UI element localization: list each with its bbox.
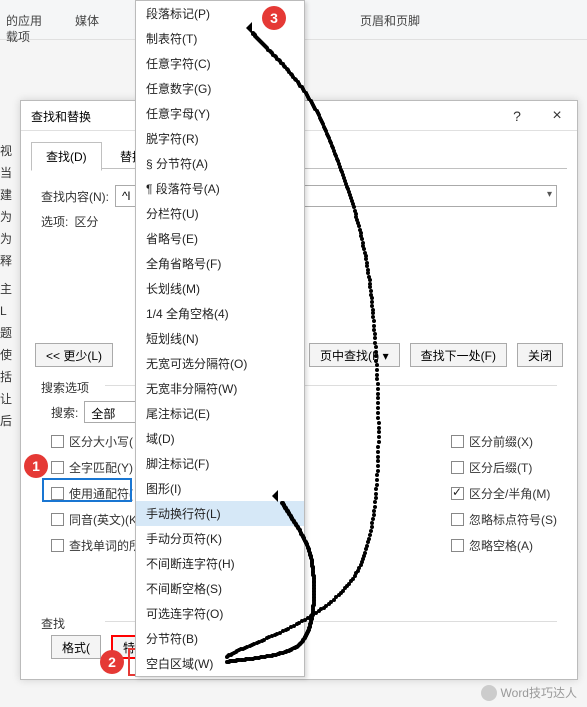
reading-highlight-button[interactable]: 页中查找(I) ▾ <box>309 343 400 367</box>
find-group-label: 查找 <box>41 615 65 632</box>
close-button[interactable]: × <box>537 101 577 131</box>
menu-item-quarter-em[interactable]: 1/4 全角空格(4) <box>136 301 304 326</box>
menu-item-caret[interactable]: 脱字符(R) <box>136 126 304 151</box>
left-options-column: 区分大小写( 全字匹配(Y) 使用通配符( 同音(英文)(K) 查找单词的所 <box>51 431 141 555</box>
menu-item-nonbreak-hyphen[interactable]: 不间断连字符(H) <box>136 551 304 576</box>
menu-item-any-letter[interactable]: 任意字母(Y) <box>136 101 304 126</box>
wechat-icon <box>481 685 497 701</box>
menu-item-em-dash[interactable]: 长划线(M) <box>136 276 304 301</box>
watermark: Word技巧达人 <box>481 684 577 701</box>
menu-item-section-break[interactable]: 分节符(B) <box>136 626 304 651</box>
cancel-button[interactable]: 关闭 <box>517 343 563 367</box>
tab-find[interactable]: 查找(D) <box>31 142 102 171</box>
menu-item-any-digit[interactable]: 任意数字(G) <box>136 76 304 101</box>
menu-item-nonbreak-space[interactable]: 不间断空格(S) <box>136 576 304 601</box>
less-button[interactable]: << 更少(L) <box>35 343 113 367</box>
format-button[interactable]: 格式( <box>51 635 101 659</box>
menu-item-optional-break[interactable]: 无宽可选分隔符(O) <box>136 351 304 376</box>
check-use-wildcards[interactable]: 使用通配符( <box>51 483 141 503</box>
find-next-button[interactable]: 查找下一处(F) <box>410 343 507 367</box>
ribbon-label-apps: 的应用 <box>6 12 42 29</box>
search-direction-label: 搜索: <box>51 404 78 421</box>
menu-item-paragraph-char[interactable]: ¶ 段落符号(A) <box>136 176 304 201</box>
step-badge-2: 2 <box>100 650 124 674</box>
right-options-column: 区分前缀(X) 区分后缀(T) 区分全/半角(M) 忽略标点符号(S) 忽略空格… <box>451 431 557 555</box>
check-full-half[interactable]: 区分全/半角(M) <box>451 483 557 503</box>
background-text-strip: 视当建为为释 主L题 使括让后 <box>0 140 18 432</box>
check-ignore-space[interactable]: 忽略空格(A) <box>451 535 557 555</box>
check-match-suffix[interactable]: 区分后缀(T) <box>451 457 557 477</box>
menu-item-section-char[interactable]: § 分节符(A) <box>136 151 304 176</box>
check-all-forms[interactable]: 查找单词的所 <box>51 535 141 555</box>
check-sounds-like[interactable]: 同音(英文)(K) <box>51 509 141 529</box>
help-button[interactable]: ? <box>497 101 537 131</box>
menu-item-nowidth-nonbreak[interactable]: 无宽非分隔符(W) <box>136 376 304 401</box>
find-content-label: 查找内容(N): <box>41 188 109 205</box>
menu-item-optional-hyphen[interactable]: 可选连字符(O) <box>136 601 304 626</box>
menu-item-column-break[interactable]: 分栏符(U) <box>136 201 304 226</box>
menu-item-manual-line-break[interactable]: 手动换行符(L) <box>136 501 304 526</box>
search-options-group: 搜索选项 <box>41 379 89 396</box>
special-format-menu: 段落标记(P) 制表符(T) 任意字符(C) 任意数字(G) 任意字母(Y) 脱… <box>135 0 305 677</box>
watermark-text: Word技巧达人 <box>501 684 577 701</box>
check-whole-word[interactable]: 全字匹配(Y) <box>51 457 141 477</box>
check-ignore-punct[interactable]: 忽略标点符号(S) <box>451 509 557 529</box>
ribbon-label-headerfooter: 页眉和页脚 <box>360 12 420 29</box>
options-value: 区分 <box>74 213 98 230</box>
menu-item-full-ellipsis[interactable]: 全角省略号(F) <box>136 251 304 276</box>
menu-item-ellipsis[interactable]: 省略号(E) <box>136 226 304 251</box>
ribbon-label-addins: 载项 <box>6 28 30 45</box>
options-label: 选项: <box>41 213 68 230</box>
menu-item-tab[interactable]: 制表符(T) <box>136 26 304 51</box>
ribbon-label-media: 媒体 <box>75 12 99 29</box>
menu-item-graphic[interactable]: 图形(I) <box>136 476 304 501</box>
menu-item-en-dash[interactable]: 短划线(N) <box>136 326 304 351</box>
step-badge-1: 1 <box>24 454 48 478</box>
menu-item-footnote[interactable]: 脚注标记(F) <box>136 451 304 476</box>
dialog-title: 查找和替换 <box>31 108 91 125</box>
step-badge-3: 3 <box>262 6 286 30</box>
check-match-case[interactable]: 区分大小写( <box>51 431 141 451</box>
check-match-prefix[interactable]: 区分前缀(X) <box>451 431 557 451</box>
menu-item-manual-page-break[interactable]: 手动分页符(K) <box>136 526 304 551</box>
menu-item-endnote[interactable]: 尾注标记(E) <box>136 401 304 426</box>
menu-item-field[interactable]: 域(D) <box>136 426 304 451</box>
